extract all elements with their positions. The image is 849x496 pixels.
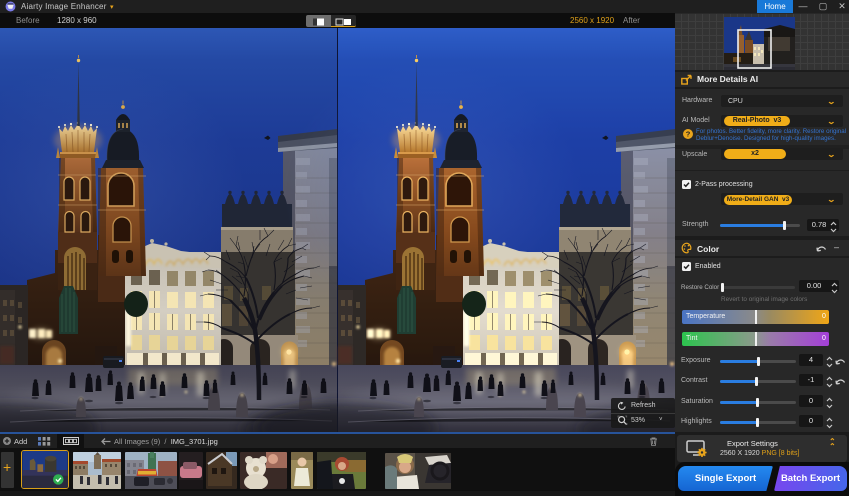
- svg-text:?: ?: [686, 130, 691, 139]
